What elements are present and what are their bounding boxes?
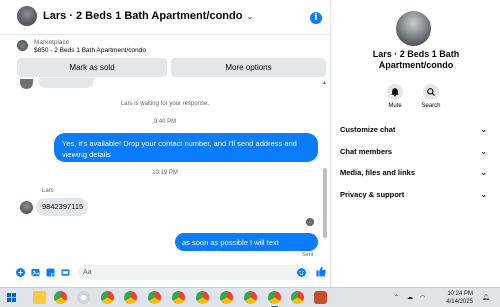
search-button[interactable] — [423, 84, 439, 100]
sticker-icon[interactable] — [46, 268, 55, 277]
conversation-title[interactable]: Lars · 2 Beds 1 Bath Apartment/condo ⌄ — [43, 10, 253, 22]
chat-members-row[interactable]: Chat members ⌄ — [340, 147, 490, 159]
message-input[interactable] — [78, 265, 310, 280]
taskbar: ⌃ ☁ ◠ 10:24 PM 4/14/2025 🔔︎ — [0, 287, 500, 307]
timestamp: 10:19 PM — [152, 170, 178, 176]
wifi-icon[interactable]: ◠ — [420, 294, 425, 301]
search-icon — [427, 88, 435, 96]
chrome-icon[interactable] — [196, 291, 209, 304]
chat-header: Lars · 2 Beds 1 Bath Apartment/condo ⌄ i — [0, 0, 330, 35]
chrome-icon-active[interactable] — [268, 291, 281, 307]
more-options-button[interactable]: More options — [171, 58, 326, 77]
mute-label: Mute — [388, 103, 402, 109]
chevron-down-icon: ⌄ — [480, 125, 487, 134]
incoming-message[interactable]: 9842397115 — [36, 198, 88, 216]
scroll-thumb[interactable] — [323, 168, 327, 238]
chrome-icon[interactable] — [291, 291, 304, 304]
clock-time: 10:24 PM — [447, 291, 473, 297]
message-scrollbar[interactable]: ▲ — [322, 80, 328, 260]
scroll-up-arrow-icon[interactable]: ▲ — [322, 80, 327, 86]
notification-bell-icon[interactable]: 🔔︎ — [482, 294, 490, 301]
windows-start-icon[interactable] — [7, 293, 16, 302]
marketplace-listing[interactable]: Marketplace $850 - 2 Beds 1 Bath Apartme… — [17, 38, 327, 56]
search-label: Search — [421, 103, 441, 109]
bell-icon — [391, 88, 399, 97]
row-label: Media, files and links — [340, 168, 416, 177]
details-title: Lars · 2 Beds 1 Bath Apartment/condo — [372, 49, 460, 70]
waiting-notice: Lars is waiting for your response. — [120, 101, 210, 107]
mute-button[interactable] — [387, 84, 403, 100]
sender-avatar[interactable] — [20, 201, 33, 214]
conversation-details-panel: Lars · 2 Beds 1 Bath Apartment/condo Mut… — [330, 0, 500, 287]
chrome-icon[interactable] — [172, 291, 185, 304]
listing-thumbnail — [17, 40, 28, 51]
contact-avatar[interactable] — [17, 6, 37, 26]
info-icon[interactable]: i — [310, 12, 322, 24]
row-label: Privacy & support — [340, 190, 405, 199]
plus-circle-icon[interactable] — [16, 268, 25, 277]
listing-title: $850 - 2 Beds 1 Bath Apartment/condo — [34, 47, 147, 54]
file-explorer-icon[interactable] — [33, 291, 46, 304]
media-files-links-row[interactable]: Media, files and links ⌄ — [340, 168, 490, 180]
chevron-up-icon[interactable]: ⌃ — [394, 294, 399, 301]
customize-chat-row[interactable]: Customize chat ⌄ — [340, 125, 490, 137]
app-icon[interactable] — [314, 291, 327, 304]
sent-status: Sent — [302, 252, 314, 258]
chat-panel: Lars · 2 Beds 1 Bath Apartment/condo ⌄ i … — [0, 0, 330, 287]
outgoing-message[interactable]: Yes, it's available! Drop your contact n… — [54, 133, 318, 162]
photo-icon[interactable] — [31, 268, 40, 277]
profile-avatar[interactable] — [396, 11, 431, 46]
chrome-icon[interactable] — [124, 291, 137, 304]
seen-indicator-avatar — [306, 218, 314, 226]
onedrive-icon[interactable]: ☁ — [407, 294, 413, 301]
clock-date: 4/14/2025 — [446, 299, 473, 305]
sender-name: Lars — [42, 188, 54, 194]
conversation-title-text: Lars · 2 Beds 1 Bath Apartment/condo — [43, 10, 243, 22]
chevron-down-icon: ⌄ — [480, 147, 487, 156]
thumbs-up-icon[interactable] — [316, 266, 326, 277]
chrome-icon[interactable] — [220, 291, 233, 304]
emoji-icon[interactable] — [297, 268, 306, 277]
gif-icon[interactable] — [61, 268, 70, 277]
marketplace-label: Marketplace — [34, 39, 70, 46]
timestamp: 9:40 PM — [153, 119, 177, 125]
previous-message-bubble — [38, 78, 94, 88]
chevron-down-icon: ⌄ — [246, 12, 254, 21]
chrome-icon[interactable] — [244, 291, 257, 304]
app-icon[interactable] — [77, 291, 90, 304]
chrome-icon[interactable] — [148, 291, 161, 304]
privacy-support-row[interactable]: Privacy & support ⌄ — [340, 190, 490, 202]
chevron-down-icon: ⌄ — [480, 168, 487, 177]
system-clock[interactable]: 10:24 PM 4/14/2025 — [435, 290, 473, 306]
chrome-icon[interactable] — [101, 291, 114, 304]
mark-as-sold-button[interactable]: Mark as sold — [17, 58, 167, 77]
outgoing-message[interactable]: as soon as possible I will text you..Tha… — [175, 233, 318, 258]
chevron-down-icon: ⌄ — [480, 190, 487, 199]
row-label: Chat members — [340, 147, 393, 156]
row-label: Customize chat — [340, 125, 396, 134]
chrome-icon[interactable] — [54, 291, 67, 304]
previous-message-avatar — [20, 79, 33, 89]
